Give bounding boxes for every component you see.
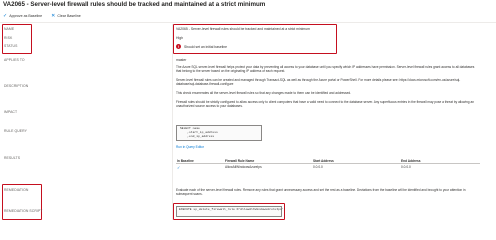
page-title: VA2065 - Server-level firewall rules sho… [3,1,266,8]
toolbar: ✓ Approve as Baseline ✕ Clear Baseline [3,12,81,20]
close-icon: ✕ [51,12,56,19]
description-paragraph-1: The Azure SQL server-level firewall help… [176,65,475,74]
rule-query-box[interactable]: SELECT name ,start_ip_address ,end_ip_ad… [176,125,262,141]
clear-baseline-button[interactable]: ✕ Clear Baseline [51,12,81,19]
header-divider [0,22,496,23]
approve-baseline-button[interactable]: ✓ Approve as Baseline [3,12,43,19]
in-baseline-cell: ✓ [176,164,224,171]
name-label: NAME [4,27,15,31]
remediation-value: Evaluate each of the server-level firewa… [176,188,466,197]
applies-to-label: APPLIES TO [4,58,25,62]
start-address-cell: 0.0.0.0 [313,165,323,169]
run-in-query-editor-link[interactable]: Run in Query Editor [176,145,204,149]
status-value: Should set an initial baseline [184,44,227,49]
impact-value: Firewall rules should be strictly config… [176,100,475,109]
approve-baseline-label: Approve as Baseline [9,14,43,18]
description-label: DESCRIPTION [4,84,29,88]
remediation-script-box[interactable]: EXECUTE sp_delete_firewall_rule N'AllowA… [176,206,286,217]
status-label: STATUS [4,44,18,48]
name-value: VA2065 - Server-level firewall rules sho… [176,27,310,31]
results-table: In Baseline Firewall Rule Name Start Add… [176,158,480,170]
remediation-script-text: EXECUTE sp_delete_firewall_rule N'AllowA… [179,208,286,211]
rule-query-label: RULE QUERY [4,129,27,133]
rule-name-cell: AllowAllWindowsAzureIps [225,165,262,169]
rule-query-line: ,end_ip_address [180,134,215,138]
error-icon: ! [176,44,181,49]
remediation-script-label: REMEDIATION SCRIPT [4,209,43,213]
remediation-label: REMEDIATION [4,188,29,192]
checkmark-icon: ✓ [177,164,181,170]
impact-label: IMPACT [4,110,18,114]
end-address-cell: 0.0.0.0 [401,165,411,169]
description-paragraph-3: This check enumerates all the server-lev… [176,91,352,95]
table-row[interactable]: ✓ AllowAllWindowsAzureIps 0.0.0.0 0.0.0.… [176,164,480,171]
description-paragraph-2: Server-level firewall rules can be creat… [176,78,461,87]
checkmark-icon: ✓ [3,12,8,19]
clear-baseline-label: Clear Baseline [57,14,81,18]
risk-value: High [176,36,183,40]
applies-to-value: master [176,58,187,62]
results-label: RESULTS [4,156,21,160]
risk-label: RISK [4,36,13,40]
